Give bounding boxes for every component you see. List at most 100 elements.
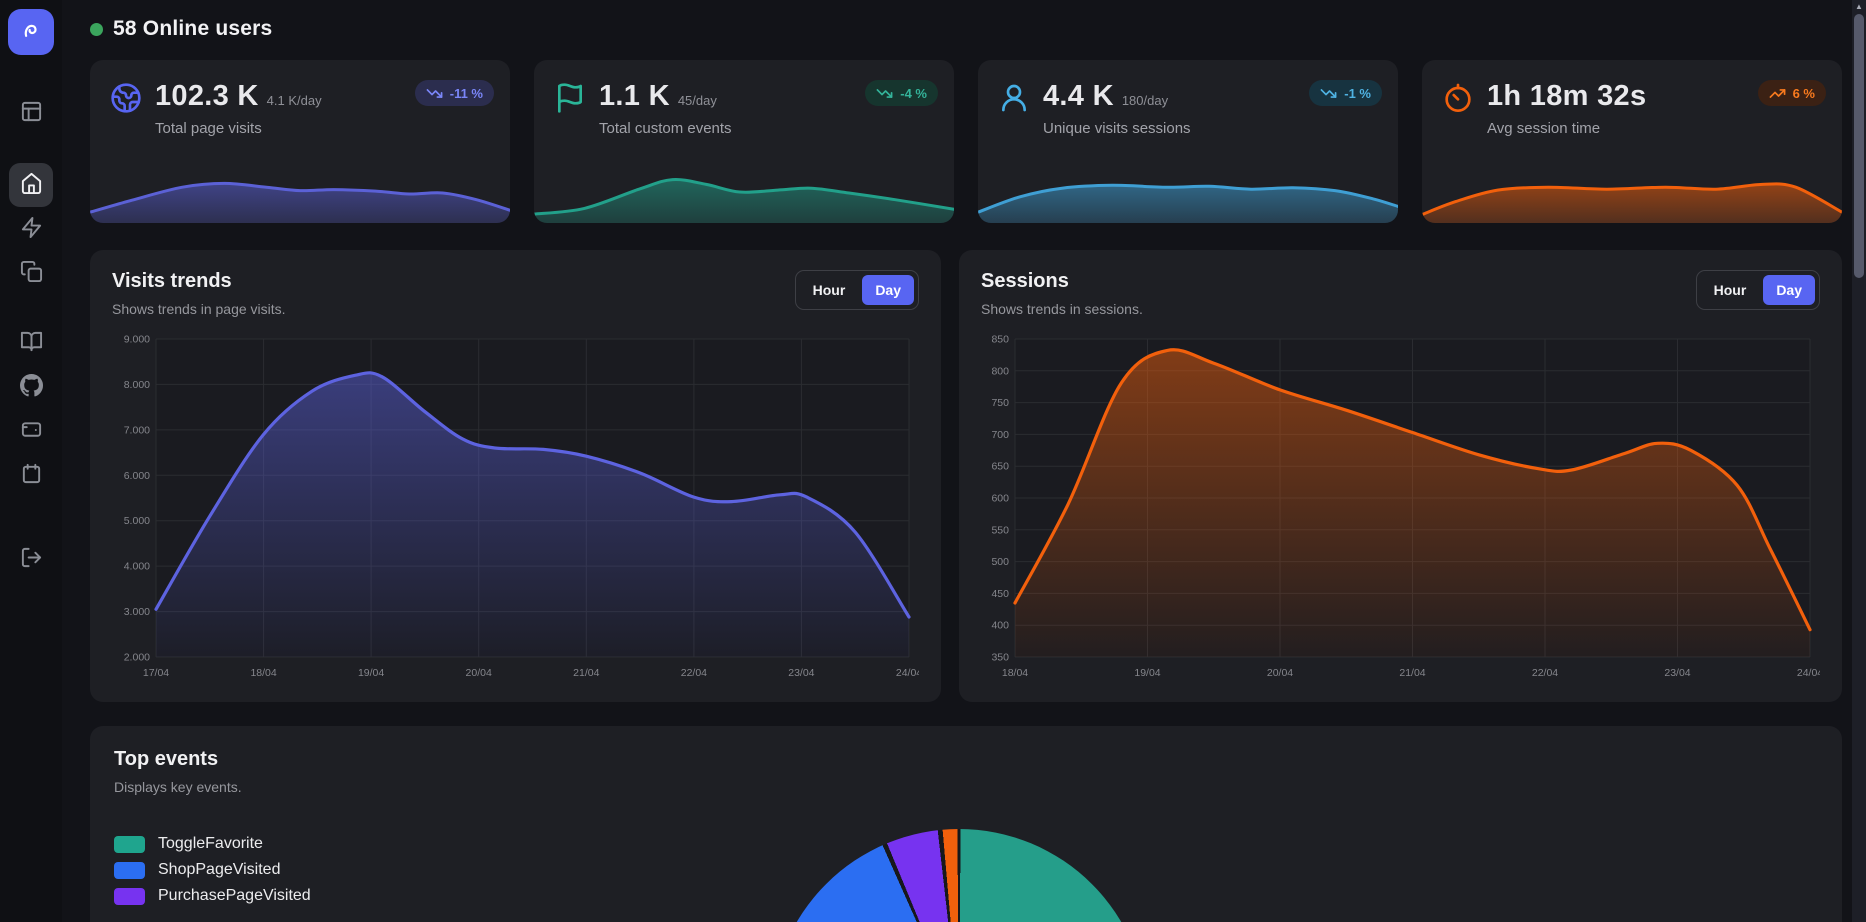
legend-label: ToggleFavorite [158,835,263,853]
trend-down-icon [426,85,443,102]
svg-text:23/04: 23/04 [1664,667,1690,679]
scrollbar-thumb[interactable] [1854,14,1864,278]
charts-row: Visits trends Shows trends in page visit… [90,250,1842,702]
svg-text:21/04: 21/04 [573,667,599,679]
svg-text:850: 850 [991,334,1009,346]
legend-swatch [114,836,145,853]
logo-icon [18,18,44,47]
sidebar-item-pages[interactable] [9,251,53,295]
stats-row: 102.3 K 4.1 K/day Total page visits -11 … [90,60,1842,223]
timer-icon [1442,82,1474,114]
stat-label: Total page visits [155,120,322,137]
top-events-card: Top events Displays key events. ToggleFa… [90,726,1842,922]
svg-text:500: 500 [991,556,1009,568]
trend-badge: 6 % [1758,80,1826,106]
svg-text:3.000: 3.000 [124,606,150,618]
svg-text:800: 800 [991,365,1009,377]
sidebar-item-panels[interactable] [9,91,53,135]
top-events-title: Top events [114,748,1818,771]
sidebar-item-calendar[interactable] [9,453,53,497]
hour-button[interactable]: Hour [800,275,859,305]
stat-value: 4.4 K [1043,80,1114,113]
sidebar-item-events[interactable] [9,207,53,251]
trend-badge-value: -4 % [900,86,927,101]
chart-title: Visits trends [112,270,286,293]
svg-text:22/04: 22/04 [681,667,707,679]
sparkline-chart [1422,165,1842,223]
sidebar-item-wallet[interactable] [9,409,53,453]
trend-badge-value: 6 % [1793,86,1815,101]
trend-badge: -4 % [865,80,938,106]
stat-card: 1h 18m 32s Avg session time 6 % [1422,60,1842,223]
book-icon [20,330,43,356]
page-title: 58 Online users [113,17,272,41]
calendar-icon [20,462,43,488]
stat-per-day: 45/day [678,93,717,108]
stat-value: 102.3 K [155,80,259,113]
svg-text:8.000: 8.000 [124,379,150,391]
trend-down-icon [876,85,893,102]
sessions-area-chart: 18/0419/0420/0421/0422/0423/0424/0435040… [981,331,1820,683]
home-icon [20,172,43,198]
svg-text:350: 350 [991,652,1009,664]
stat-label: Avg session time [1487,120,1654,137]
svg-text:24/04: 24/04 [1797,667,1820,679]
app-logo[interactable] [8,9,54,55]
sparkline-chart [90,165,510,223]
svg-text:18/04: 18/04 [1002,667,1028,679]
trend-down-icon [1320,85,1337,102]
chart-title: Sessions [981,270,1143,293]
visits-area-chart: 17/0418/0419/0420/0421/0422/0423/0424/04… [112,331,919,683]
svg-text:20/04: 20/04 [1267,667,1293,679]
day-button[interactable]: Day [862,275,914,305]
stat-card: 102.3 K 4.1 K/day Total page visits -11 … [90,60,510,223]
sparkline-chart [978,165,1398,223]
stat-card: 4.4 K 180/day Unique visits sessions -1 … [978,60,1398,223]
svg-text:22/04: 22/04 [1532,667,1558,679]
svg-text:6.000: 6.000 [124,470,150,482]
svg-text:450: 450 [991,588,1009,600]
scroll-up-arrow[interactable]: ▲ [1852,0,1866,14]
sessions-card: Sessions Shows trends in sessions. Hour … [959,250,1842,702]
visits-trends-card: Visits trends Shows trends in page visit… [90,250,941,702]
chart-subtitle: Shows trends in page visits. [112,301,286,317]
stat-label: Unique visits sessions [1043,120,1191,137]
wallet-icon [20,418,43,444]
scrollbar[interactable]: ▲ [1852,0,1866,922]
day-button[interactable]: Day [1763,275,1815,305]
trend-badge: -1 % [1309,80,1382,106]
sidebar-item-github[interactable] [9,365,53,409]
stat-per-day: 180/day [1122,93,1168,108]
svg-text:700: 700 [991,429,1009,441]
svg-text:5.000: 5.000 [124,515,150,527]
hour-day-toggle: Hour Day [1696,270,1820,310]
svg-text:400: 400 [991,620,1009,632]
svg-text:21/04: 21/04 [1399,667,1425,679]
trend-badge-value: -11 % [450,86,483,101]
svg-text:18/04: 18/04 [250,667,276,679]
trend-up-icon [1769,85,1786,102]
sparkline-chart [534,165,954,223]
trend-badge-value: -1 % [1344,86,1371,101]
svg-text:750: 750 [991,397,1009,409]
stat-per-day: 4.1 K/day [267,93,322,108]
hour-button[interactable]: Hour [1701,275,1760,305]
svg-text:550: 550 [991,524,1009,536]
main-content: 58 Online users 102.3 K 4.1 K/day Total … [62,0,1866,922]
sidebar [0,0,62,922]
sidebar-item-docs[interactable] [9,321,53,365]
svg-text:650: 650 [991,461,1009,473]
chart-subtitle: Shows trends in sessions. [981,301,1143,317]
legend-label: ShopPageVisited [158,861,280,879]
stat-card: 1.1 K 45/day Total custom events -4 % [534,60,954,223]
panels-icon [20,100,43,126]
github-icon [20,374,43,400]
svg-text:9.000: 9.000 [124,334,150,346]
sidebar-item-logout[interactable] [9,537,53,581]
copy-icon [20,260,43,286]
top-events-subtitle: Displays key events. [114,779,1818,795]
trend-badge: -11 % [415,80,494,106]
svg-text:2.000: 2.000 [124,652,150,664]
online-status-dot [90,23,103,36]
sidebar-item-home[interactable] [9,163,53,207]
